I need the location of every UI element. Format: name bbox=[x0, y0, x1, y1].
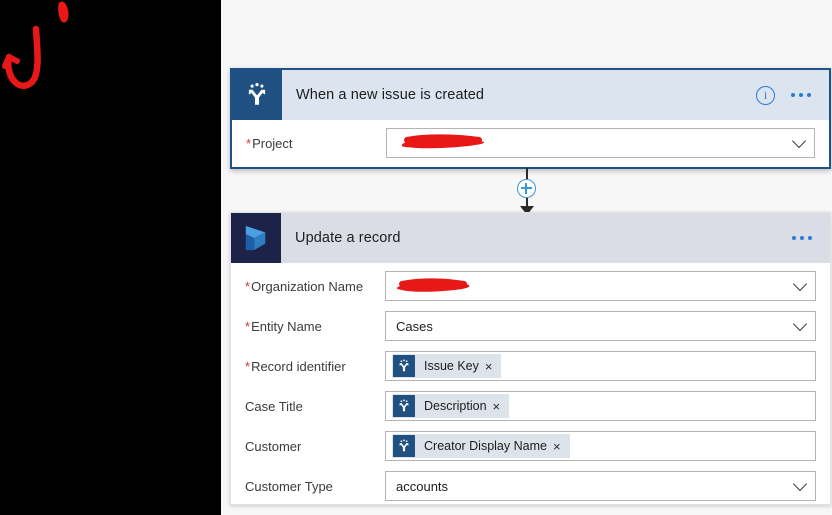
field-label-record-identifier: *Record identifier bbox=[245, 358, 346, 374]
token-chip-label: Issue Key bbox=[424, 359, 479, 373]
field-row-case-title: Case Title Description × bbox=[231, 389, 830, 423]
redacted-organization-name-value bbox=[396, 272, 785, 300]
record-identifier-input[interactable]: Issue Key × bbox=[385, 351, 816, 381]
ellipsis-icon[interactable] bbox=[790, 232, 814, 244]
field-label-customer-type: Customer Type bbox=[245, 478, 333, 494]
action-card-header[interactable]: Update a record bbox=[231, 213, 830, 263]
customer-input[interactable]: Creator Display Name × bbox=[385, 431, 816, 461]
required-asterisk: * bbox=[245, 358, 251, 374]
masked-region bbox=[0, 0, 221, 515]
action-card-body: *Organization Name *Entity Name Cases *R… bbox=[231, 263, 830, 515]
jira-icon bbox=[232, 70, 282, 120]
chevron-down-icon[interactable] bbox=[792, 476, 808, 492]
jira-icon bbox=[393, 355, 415, 377]
show-advanced-options-link[interactable]: Show advanced options bbox=[231, 509, 830, 515]
customer-type-dropdown[interactable]: accounts bbox=[385, 471, 816, 501]
red-handwritten-j-annotation bbox=[2, 1, 69, 89]
field-label-entity-name: *Entity Name bbox=[245, 318, 322, 334]
redacted-project-value bbox=[397, 129, 784, 157]
action-card-header-actions bbox=[790, 232, 830, 244]
info-circle-icon[interactable]: i bbox=[756, 85, 775, 105]
field-row-customer: Customer Creator Display Name × bbox=[231, 429, 830, 463]
ellipsis-icon[interactable] bbox=[789, 89, 813, 101]
chevron-down-icon[interactable] bbox=[792, 316, 808, 332]
field-row-project: *Project bbox=[232, 126, 829, 160]
project-dropdown[interactable] bbox=[386, 128, 815, 158]
plus-in-circle-icon[interactable] bbox=[517, 179, 536, 198]
trigger-card-header[interactable]: When a new issue is created i bbox=[232, 70, 829, 120]
field-label-project: *Project bbox=[246, 135, 293, 151]
token-chip-label: Creator Display Name bbox=[424, 439, 547, 453]
dynamics-365-icon bbox=[231, 213, 281, 263]
trigger-card-header-actions: i bbox=[756, 85, 829, 105]
field-label-case-title: Case Title bbox=[245, 398, 303, 414]
required-asterisk: * bbox=[245, 318, 251, 334]
trigger-card-title: When a new issue is created bbox=[296, 87, 485, 103]
chevron-down-icon[interactable] bbox=[792, 276, 808, 292]
jira-icon bbox=[393, 435, 415, 457]
close-icon[interactable]: × bbox=[553, 440, 570, 453]
case-title-input[interactable]: Description × bbox=[385, 391, 816, 421]
required-asterisk: * bbox=[246, 135, 252, 151]
entity-name-value: Cases bbox=[396, 318, 433, 334]
field-label-organization-name: *Organization Name bbox=[245, 278, 364, 294]
organization-name-dropdown[interactable] bbox=[385, 271, 816, 301]
close-icon[interactable]: × bbox=[493, 400, 510, 413]
token-chip[interactable]: Issue Key × bbox=[392, 354, 502, 378]
action-card-update-a-record[interactable]: Update a record *Organization Name *Enti… bbox=[230, 212, 831, 515]
field-row-organization-name: *Organization Name bbox=[231, 269, 830, 303]
token-chip[interactable]: Description × bbox=[392, 394, 510, 418]
connector-line-top bbox=[525, 168, 528, 179]
token-chip[interactable]: Creator Display Name × bbox=[392, 434, 570, 458]
field-label-customer: Customer bbox=[245, 438, 302, 454]
field-row-entity-name: *Entity Name Cases bbox=[231, 309, 830, 343]
field-row-customer-type: Customer Type accounts bbox=[231, 469, 830, 503]
entity-name-dropdown[interactable]: Cases bbox=[385, 311, 816, 341]
jira-icon bbox=[393, 395, 415, 417]
action-card-title: Update a record bbox=[295, 230, 401, 246]
field-row-record-identifier: *Record identifier Issue Key × bbox=[231, 349, 830, 383]
flow-designer-canvas: When a new issue is created i *Project U… bbox=[221, 0, 832, 515]
close-icon[interactable]: × bbox=[485, 360, 502, 373]
token-chip-label: Description bbox=[424, 399, 487, 413]
required-asterisk: * bbox=[245, 278, 251, 294]
customer-type-value: accounts bbox=[396, 478, 449, 494]
trigger-card-when-a-new-issue-is-created[interactable]: When a new issue is created i *Project bbox=[230, 68, 831, 169]
flow-connector bbox=[221, 168, 832, 216]
chevron-down-icon[interactable] bbox=[791, 133, 807, 149]
screenshot-root: When a new issue is created i *Project U… bbox=[0, 0, 832, 515]
